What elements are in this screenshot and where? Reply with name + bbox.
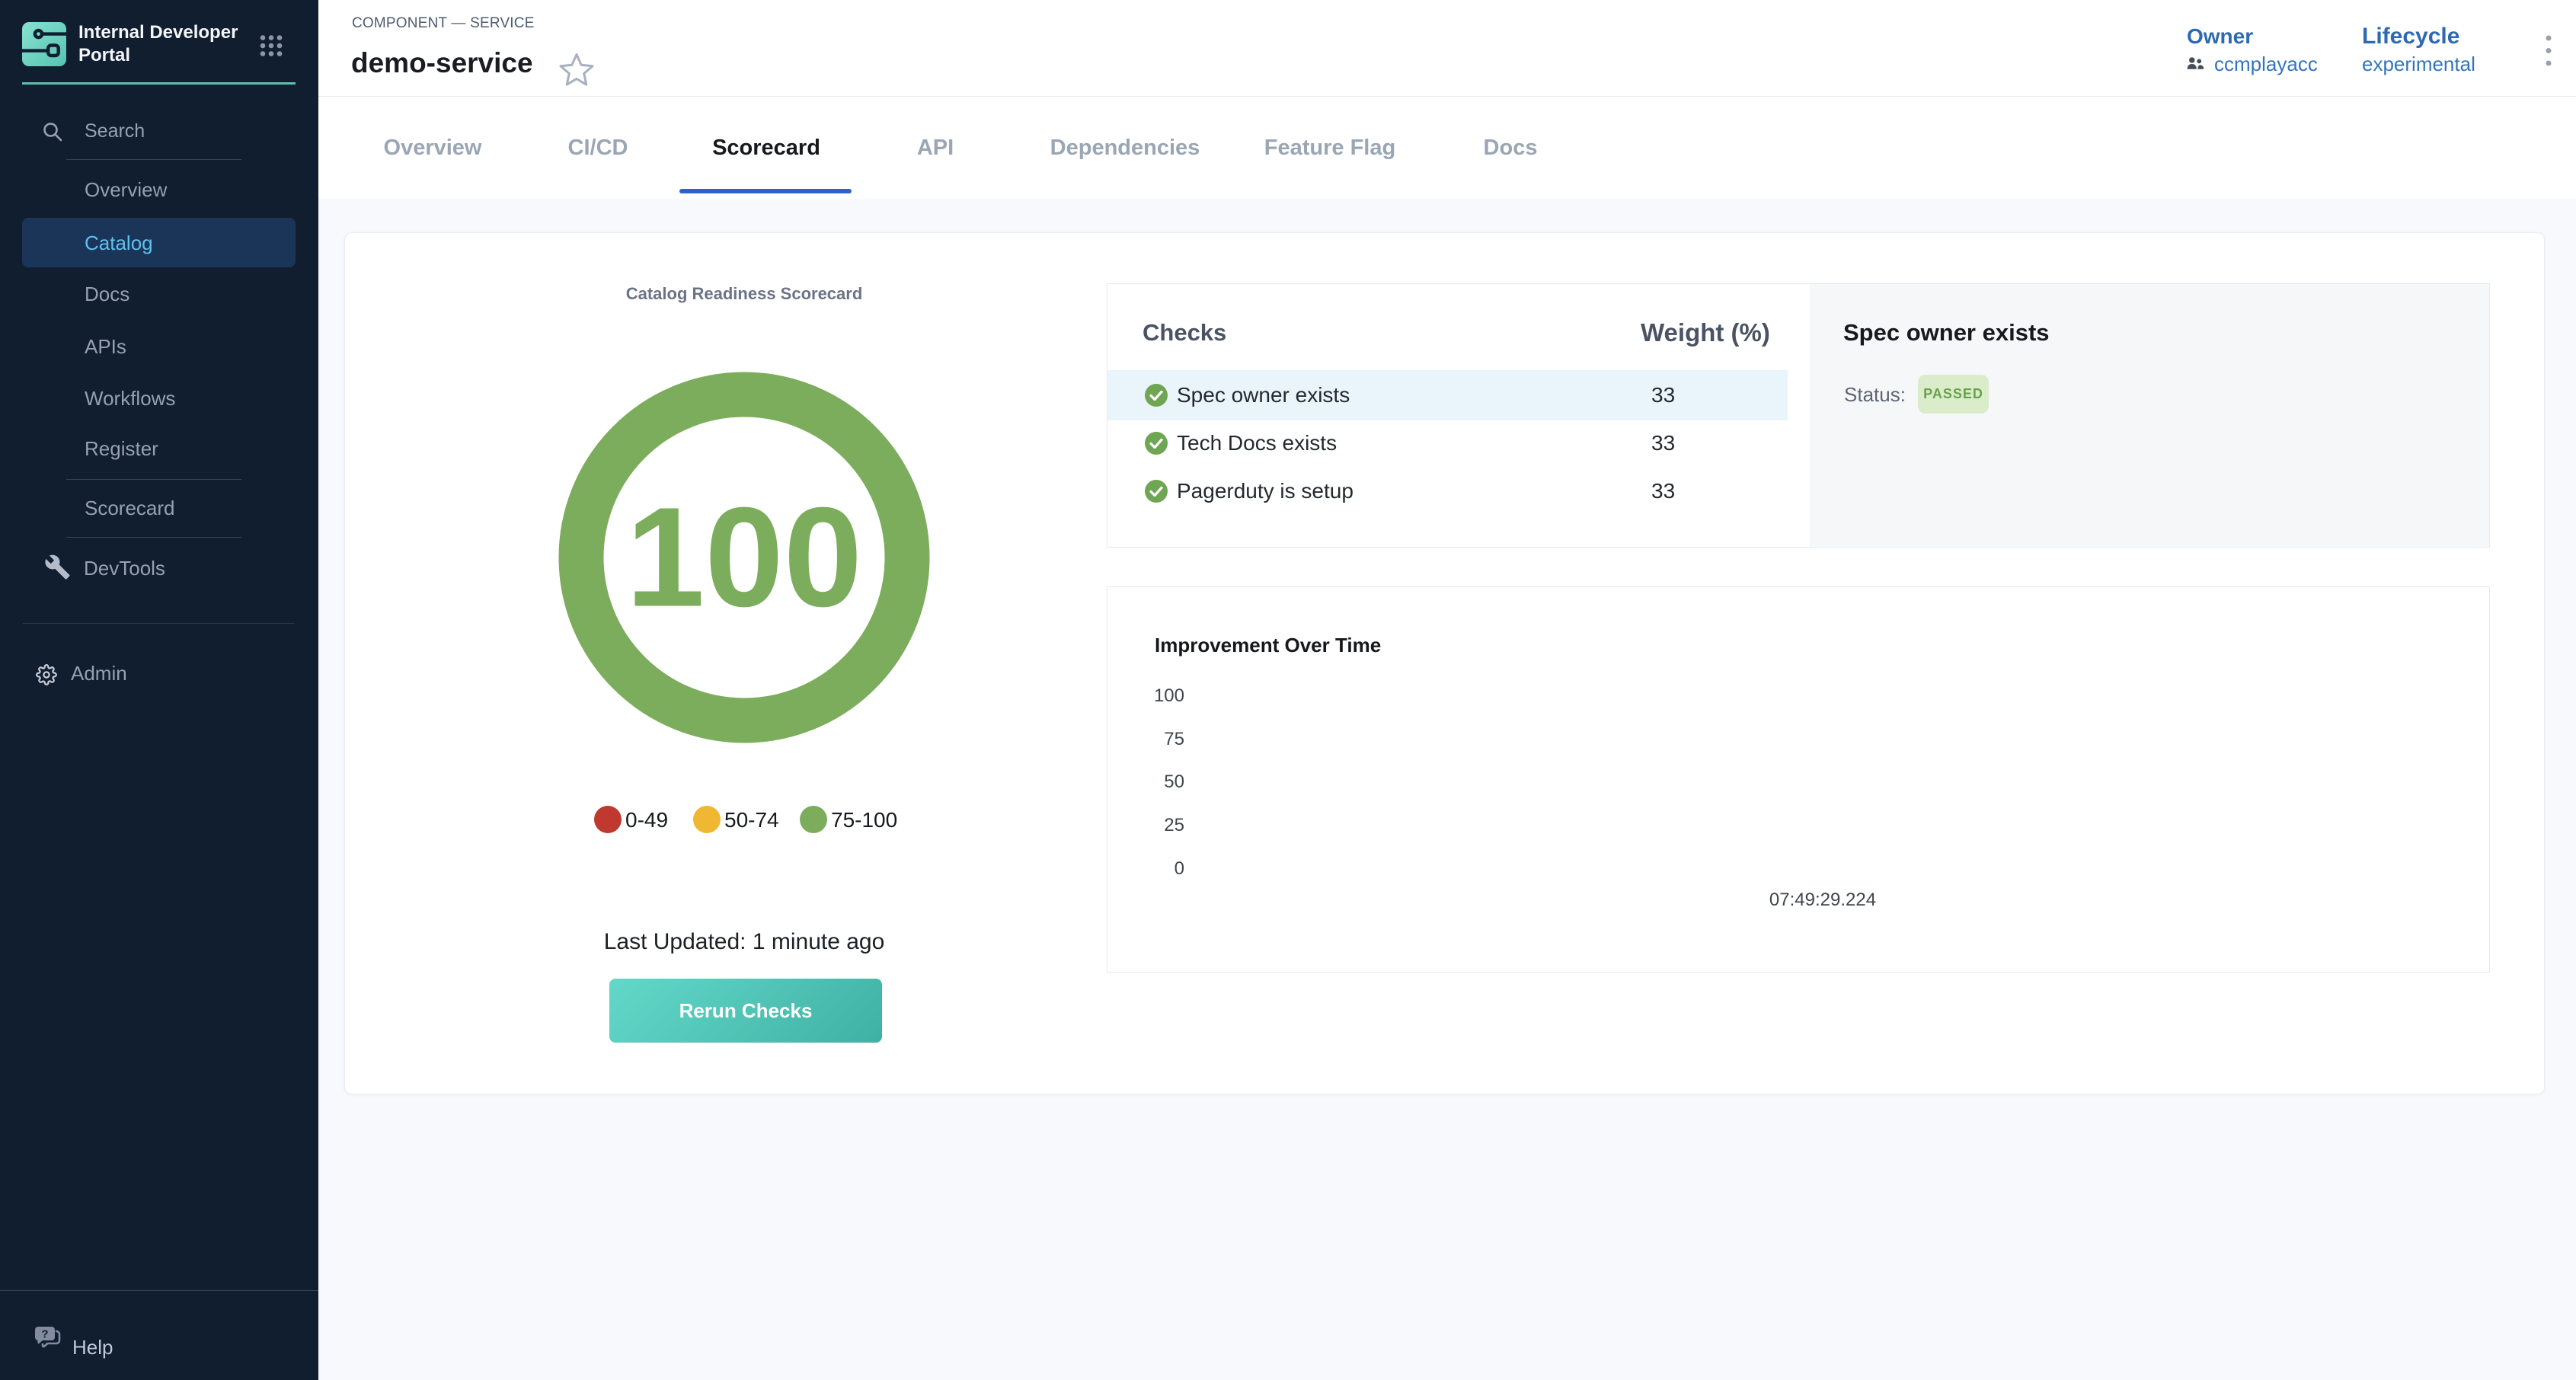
svg-text:100: 100 (626, 479, 862, 637)
svg-text:?: ? (41, 1328, 48, 1341)
